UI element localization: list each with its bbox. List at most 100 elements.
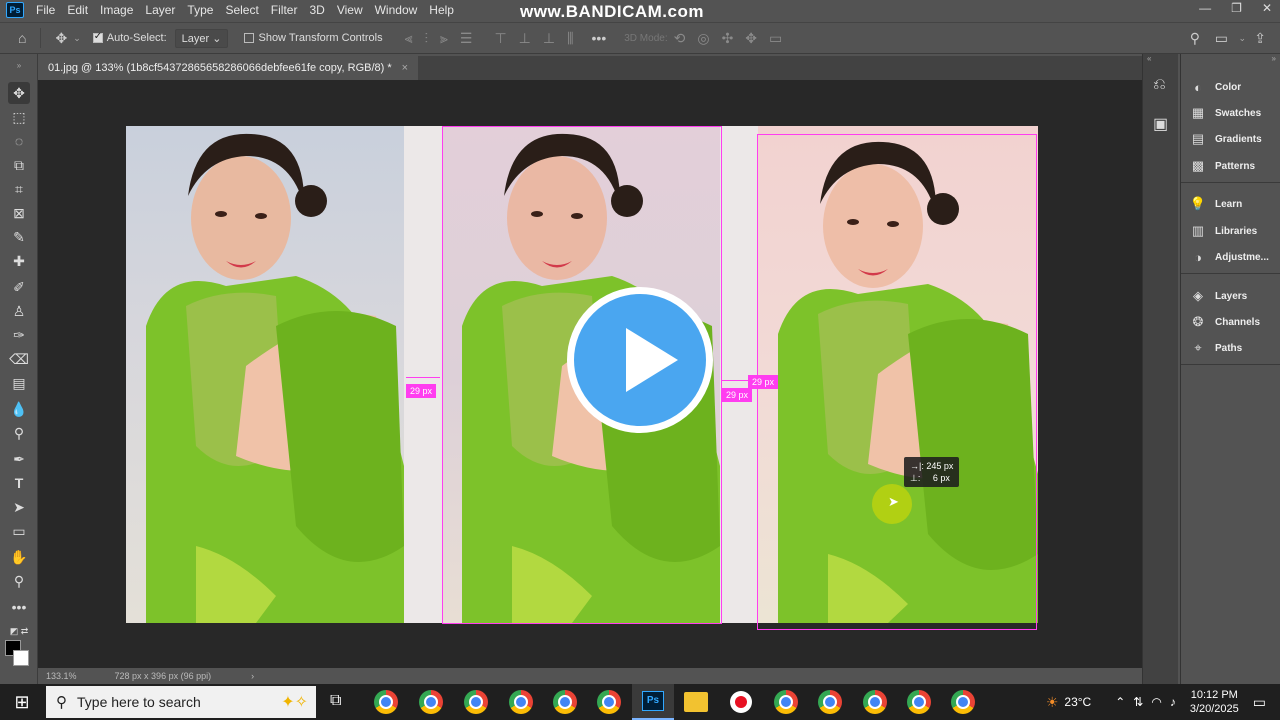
3d-pan-icon[interactable]: ✣ <box>722 30 734 47</box>
zoom-tool-icon[interactable]: ⚲ <box>8 570 30 592</box>
panel-tab-channels[interactable]: ❂ Channels <box>1189 312 1260 332</box>
file-explorer-icon[interactable] <box>684 692 708 712</box>
bandicam-record-icon[interactable] <box>730 691 752 713</box>
workspace-icon[interactable]: ▭ <box>1215 30 1228 47</box>
object-select-tool-icon[interactable]: ⧉ <box>8 154 30 176</box>
default-colors-icon[interactable]: ◩ ⇄ <box>8 620 30 642</box>
minimize-button[interactable]: — <box>1199 1 1211 15</box>
lasso-tool-icon[interactable]: ◌ <box>8 130 30 152</box>
type-tool-icon[interactable]: T <box>8 472 30 494</box>
wifi-icon[interactable]: ◠ <box>1151 695 1161 709</box>
clone-stamp-tool-icon[interactable]: ♙ <box>8 300 30 322</box>
menu-help[interactable]: Help <box>423 3 460 17</box>
clock[interactable]: 10:12 PM 3/20/2025 <box>1190 688 1239 716</box>
healing-brush-tool-icon[interactable]: ✚ <box>8 250 30 272</box>
panel-tab-layers[interactable]: ◈ Layers <box>1189 286 1247 306</box>
3d-roll-icon[interactable]: ◎ <box>697 30 709 47</box>
show-transform-checkbox[interactable]: Show Transform Controls <box>244 32 383 44</box>
align-bottom-icon[interactable]: ⊥ <box>543 30 555 47</box>
chrome-icon[interactable] <box>419 690 443 714</box>
properties-panel-icon[interactable]: ▣ <box>1153 114 1168 134</box>
align-top-icon[interactable]: ⊤ <box>494 30 506 47</box>
more-options-icon[interactable]: ••• <box>592 30 607 46</box>
document-tab[interactable]: 01.jpg @ 133% (1b8cf54372865658286066deb… <box>38 56 419 80</box>
3d-orbit-icon[interactable]: ⟲ <box>674 30 686 47</box>
pen-tool-icon[interactable]: ✒ <box>8 448 30 470</box>
menu-3d[interactable]: 3D <box>303 3 330 17</box>
menu-edit[interactable]: Edit <box>61 3 94 17</box>
tray-overflow-icon[interactable]: ⌃ <box>1115 695 1125 709</box>
chrome-icon[interactable] <box>951 690 975 714</box>
eraser-tool-icon[interactable]: ⌫ <box>8 348 30 370</box>
notifications-icon[interactable]: ▭ <box>1253 694 1266 711</box>
volume-icon[interactable]: ♪ <box>1170 695 1176 709</box>
search-icon[interactable]: ⚲ <box>1190 30 1200 47</box>
hand-tool-icon[interactable]: ✋ <box>8 546 30 568</box>
edit-toolbar-icon[interactable]: ••• <box>8 596 30 618</box>
restore-button[interactable]: ❐ <box>1231 1 1242 15</box>
panel-tab-paths[interactable]: ⌖ Paths <box>1189 338 1242 358</box>
align-left-icon[interactable]: ⫷ <box>405 30 413 47</box>
weather-icon[interactable]: ☀ <box>1046 694 1059 711</box>
auto-select-checkbox[interactable]: Auto-Select: <box>92 31 167 44</box>
chevron-down-icon[interactable]: ⌄ <box>1238 33 1246 44</box>
video-play-button[interactable] <box>567 287 713 433</box>
auto-select-target-dropdown[interactable]: Layer ⌄ <box>174 28 229 48</box>
rectangle-tool-icon[interactable]: ▭ <box>8 520 30 542</box>
eyedropper-tool-icon[interactable]: ✎ <box>8 226 30 248</box>
gradient-tool-icon[interactable]: ▤ <box>8 372 30 394</box>
chrome-icon[interactable] <box>597 690 621 714</box>
3d-slide-icon[interactable]: ✥ <box>745 30 757 47</box>
checkbox-unchecked-icon[interactable] <box>244 33 255 43</box>
background-color-swatch[interactable] <box>13 650 29 666</box>
zoom-level[interactable]: 133.1% <box>46 671 77 681</box>
task-view-icon[interactable]: ⧉ <box>330 692 341 710</box>
align-right-icon[interactable]: ⫸ <box>440 30 448 47</box>
close-tab-icon[interactable]: × <box>402 62 408 74</box>
path-selection-tool-icon[interactable]: ➤ <box>8 496 30 518</box>
dodge-tool-icon[interactable]: ⚲ <box>8 422 30 444</box>
menu-filter[interactable]: Filter <box>265 3 304 17</box>
taskbar-search[interactable]: ⚲ Type here to search ✦✧ <box>46 686 316 718</box>
chrome-icon[interactable] <box>818 690 842 714</box>
menu-view[interactable]: View <box>331 3 369 17</box>
close-button[interactable]: ✕ <box>1262 1 1272 15</box>
collapse-icon[interactable]: » <box>8 54 30 76</box>
panel-tab-patterns[interactable]: ▩ Patterns <box>1189 156 1255 176</box>
align-middle-icon[interactable]: ⊥ <box>519 30 531 47</box>
status-menu-arrow[interactable]: › <box>251 671 254 681</box>
menu-file[interactable]: File <box>30 3 61 17</box>
photoshop-taskbar-button[interactable]: Ps <box>632 684 674 720</box>
panel-tab-color[interactable]: ◐ Color <box>1189 77 1241 97</box>
distribute-icon[interactable]: ☰ <box>460 30 473 47</box>
chrome-icon[interactable] <box>863 690 887 714</box>
collapse-icon[interactable]: « <box>1147 54 1151 63</box>
history-panel-icon[interactable]: ⎌ <box>1153 76 1166 94</box>
chrome-icon[interactable] <box>374 690 398 714</box>
3d-scale-icon[interactable]: ▭ <box>769 30 782 47</box>
home-icon[interactable]: ⌂ <box>18 30 26 46</box>
menu-layer[interactable]: Layer <box>139 3 181 17</box>
panel-tab-learn[interactable]: 💡 Learn <box>1189 194 1242 214</box>
panel-tab-gradients[interactable]: ▤ Gradients <box>1189 129 1262 149</box>
chrome-icon[interactable] <box>907 690 931 714</box>
collapse-icon[interactable]: » <box>1272 54 1276 63</box>
move-tool-preset-icon[interactable]: ✥ <box>55 30 67 47</box>
brush-tool-icon[interactable]: ✐ <box>8 276 30 298</box>
panel-tab-libraries[interactable]: ▥ Libraries <box>1189 221 1257 241</box>
chrome-icon[interactable] <box>464 690 488 714</box>
chevron-down-icon[interactable]: ⌄ <box>73 33 81 44</box>
frame-tool-icon[interactable]: ⊠ <box>8 202 30 224</box>
distribute-vertical-icon[interactable]: ⫼ <box>567 30 573 47</box>
panel-tab-adjustments[interactable]: ◑ Adjustme... <box>1189 247 1269 267</box>
menu-image[interactable]: Image <box>94 3 139 17</box>
menu-window[interactable]: Window <box>369 3 424 17</box>
checkbox-checked-icon[interactable] <box>92 31 103 43</box>
chrome-icon[interactable] <box>774 690 798 714</box>
crop-tool-icon[interactable]: ⌗ <box>8 178 30 200</box>
history-brush-tool-icon[interactable]: ✑ <box>8 324 30 346</box>
menu-type[interactable]: Type <box>181 3 219 17</box>
align-center-icon[interactable]: ⫶ <box>425 30 429 47</box>
network-icon[interactable]: ⇅ <box>1133 695 1143 709</box>
chrome-icon[interactable] <box>553 690 577 714</box>
